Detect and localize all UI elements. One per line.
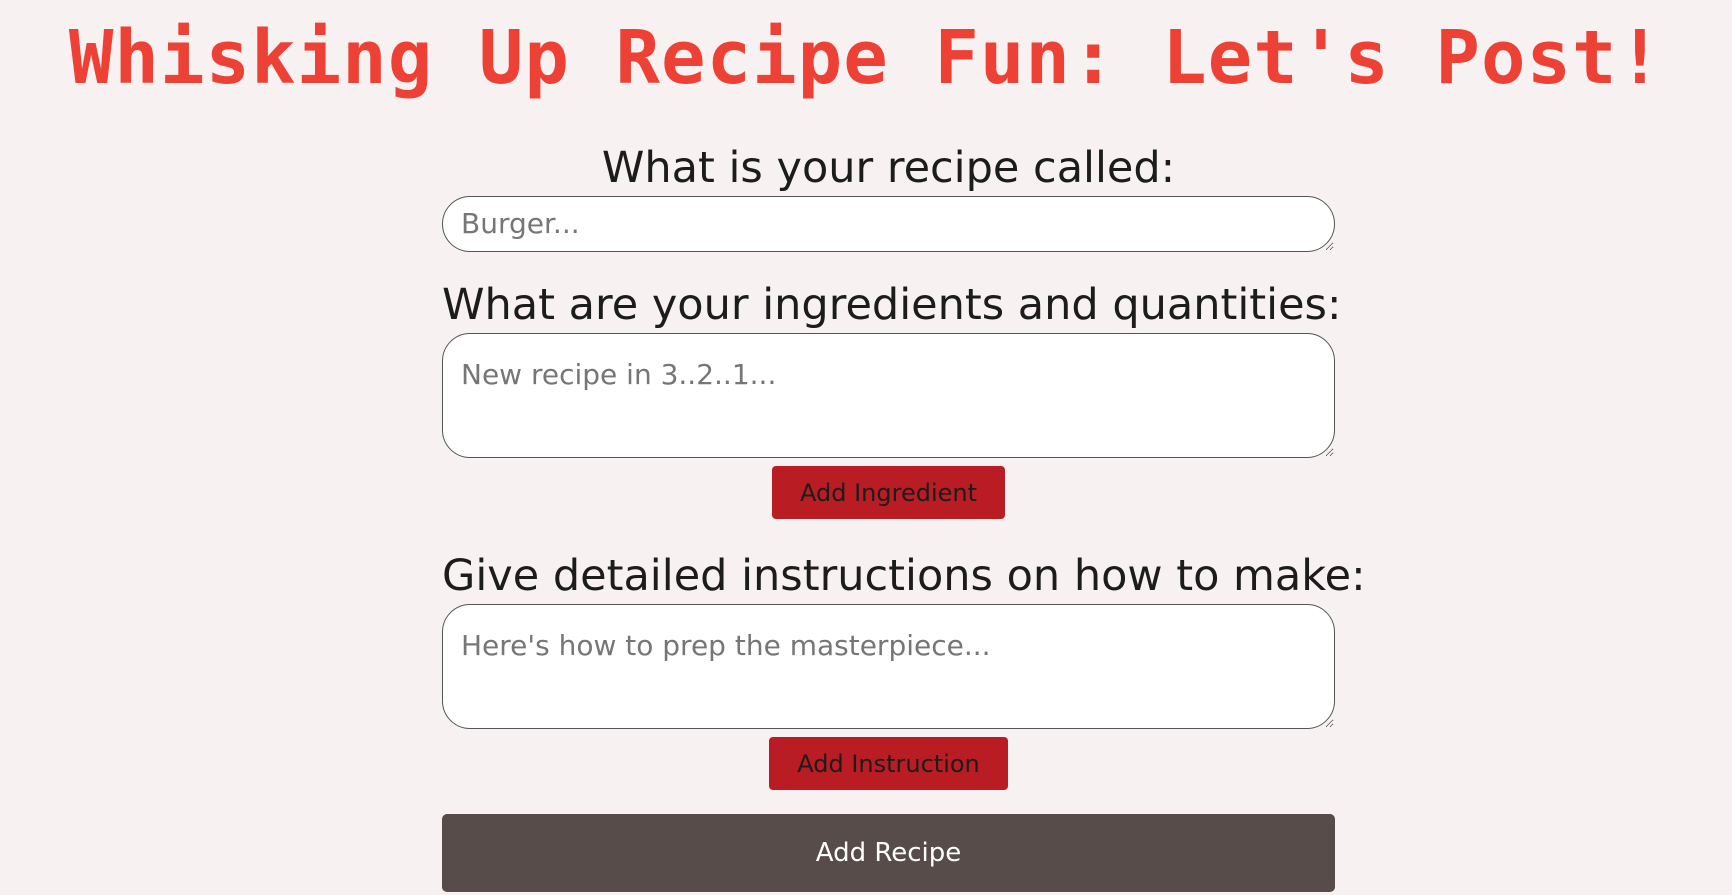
add-ingredient-button[interactable]: Add Ingredient <box>771 466 1005 519</box>
recipe-form: What is your recipe called: What are you… <box>442 140 1366 892</box>
ingredients-input[interactable] <box>442 333 1335 458</box>
ingredients-label: What are your ingredients and quantities… <box>442 280 1342 330</box>
add-instruction-button[interactable]: Add Instruction <box>769 737 1008 790</box>
page-title: Whisking Up Recipe Fun: Let's Post! <box>68 15 1664 101</box>
add-recipe-button[interactable]: Add Recipe <box>442 814 1335 892</box>
recipe-name-label: What is your recipe called: <box>601 143 1176 193</box>
instructions-label: Give detailed instructions on how to mak… <box>442 551 1366 601</box>
instructions-input[interactable] <box>442 604 1335 729</box>
recipe-name-input[interactable] <box>442 196 1335 252</box>
